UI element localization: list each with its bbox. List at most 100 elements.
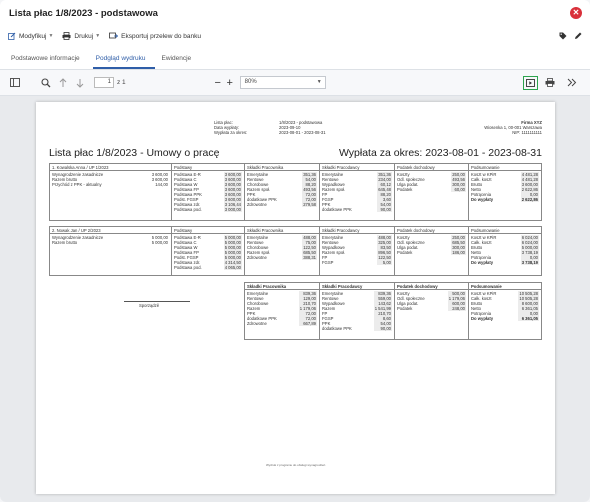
pracodawca-body: Emerytalne Rentowe Wypadkowe Razem społ.…: [320, 171, 394, 213]
pracodawca-values: 488,00 325,00 83,50 896,50 122,50 5,00: [377, 235, 392, 265]
print-button[interactable]: Drukuj ▼: [62, 32, 100, 40]
info-value: 144,00: [155, 182, 168, 187]
close-icon[interactable]: ✕: [570, 7, 582, 19]
totals-summary-col: Podsumowanie Koszt w KPiR Całk. koszt Br…: [469, 283, 541, 339]
podstawy-body: Podstawa E-R Podstawa C Podstawa W Podst…: [172, 171, 244, 213]
column-header: Podstawy: [172, 164, 244, 171]
tag-icon[interactable]: [559, 32, 567, 40]
tab-records[interactable]: Ewidencje: [159, 55, 201, 69]
skladki-pracownika-col: Składki Pracownika Emerytalne Rentowe Ch…: [245, 164, 320, 220]
podatek-values: 250,00 493,56 300,00 60,00: [451, 172, 466, 192]
toolbar-right: [559, 32, 582, 40]
info-label: Razem brutto: [52, 240, 78, 245]
totals-podatek-body: Koszty Odl. społeczne Ulga podat. Podate…: [395, 290, 468, 312]
modify-button[interactable]: Modyfikuj ▼: [8, 32, 53, 40]
totals-pracodawca-body: Emerytalne Rentowe Wypadkowe Razem FP FG…: [320, 290, 394, 332]
pdf-viewer-toolbar: 1 z 1 − + 80% ▼: [0, 70, 590, 96]
page-total: z 1: [117, 79, 126, 86]
zoom-select[interactable]: 80% ▼: [239, 76, 326, 89]
skladki-pracodawcy-col: Składki Pracodawcy Emerytalne Rentowe Wy…: [320, 227, 395, 275]
prac-labels: Emerytalne Rentowe Chorobowe Razem społ.…: [247, 172, 302, 207]
title-bar: Lista płac 1/8/2023 - podstawowa ✕: [0, 0, 590, 26]
summary-values: 4 481,28 4 481,28 3 600,00 2 622,86 0,00…: [520, 172, 539, 202]
podstawy-labels: Podstawa E-R Podstawa C Podstawa W Podst…: [174, 235, 224, 270]
arrow-up-icon[interactable]: [56, 76, 70, 90]
row-value: 279,58: [303, 202, 316, 207]
header-label: Wypłata za okres:: [214, 130, 248, 135]
row-label: dodatkowe PPK: [322, 207, 352, 212]
employee-info-body: Wynagrodzenie zasadnicze Razem brutto 5 …: [50, 234, 171, 246]
print-preview-icon[interactable]: [543, 76, 557, 90]
row-value: 4 065,00: [224, 265, 241, 270]
column-header: Podstawy: [172, 227, 244, 234]
presentation-mode-button[interactable]: [523, 75, 538, 90]
employee-info-body: Wynagrodzenie zasadnicze Razem brutto Pr…: [50, 171, 171, 188]
totals-prac-col: Składki Pracownika Emerytalne Rentowe Ch…: [245, 283, 320, 339]
podstawy-body: Podstawa E-R Podstawa C Podstawa W Podst…: [172, 234, 244, 271]
chevron-down-icon: ▼: [316, 79, 322, 85]
info-labels: Wynagrodzenie zasadnicze Razem brutto: [52, 235, 151, 245]
row-label: Podatek: [397, 187, 413, 192]
column-header: Składki Pracownika: [245, 164, 319, 171]
row-value: 186,00: [452, 250, 465, 255]
row-label: Zdrowotne: [247, 202, 267, 207]
row-value: 2 622,86: [521, 197, 538, 202]
totals-summary-labels: Koszt w KPiR Całk. koszt Brutto Netto Po…: [471, 291, 518, 321]
company-nip: NIP: 1111111111: [512, 130, 542, 135]
employee-block-2: 2. Nowak Jan / UP 2/2023 Wynagrodzenie z…: [49, 226, 542, 276]
totals-prac-values: 839,36 129,00 210,70 1 179,06 72,00 72,0…: [298, 291, 317, 326]
more-tools-icon[interactable]: [565, 76, 579, 90]
podatek-body: Koszty Odl. społeczne Ulga podat. Podate…: [395, 234, 468, 256]
column-header: Składki Pracodawcy: [320, 283, 394, 290]
document-title: Lista płac 1/8/2023 - Umowy o pracę: [49, 147, 220, 159]
podatek-col: Podatek dochodowy Koszty Odl. społeczne …: [395, 164, 469, 220]
podsumowanie-col: Podsumowanie Koszt w KPiR Całk. koszt Br…: [469, 164, 541, 220]
row-value: 3 000,00: [224, 207, 241, 212]
info-values: 5 000,00 5 000,00: [151, 235, 169, 245]
signature-label: Sporządził: [139, 303, 159, 308]
prac-body: Emerytalne Rentowe Chorobowe Razem społ.…: [245, 171, 319, 208]
document-viewer[interactable]: Lista płac: Data wypłaty: Wypłata za okr…: [0, 96, 590, 502]
totals-summary-values: 10 505,28 10 505,28 8 600,00 6 361,05 0,…: [518, 291, 539, 321]
row-label: Do wypłaty: [471, 197, 494, 202]
pracodawca-labels: Emerytalne Rentowe Wypadkowe Razem społ.…: [322, 235, 377, 265]
tab-print-preview[interactable]: Podgląd wydruku: [92, 55, 155, 69]
totals-podatek-labels: Koszty Odl. społeczne Ulga podat. Podate…: [397, 291, 448, 311]
viewer-right-tools: [523, 75, 582, 90]
printer-icon: [62, 32, 71, 40]
footer-note: Wydruk z programu do obsługi wynagrodzeń: [266, 463, 326, 467]
totals-block: Składki Pracownika Emerytalne Rentowe Ch…: [244, 282, 542, 340]
summary-values: 6 024,00 6 024,00 5 000,00 3 738,19 0,00…: [520, 235, 539, 265]
summary-labels: Koszt w KPiR Całk. koszt Brutto Netto Po…: [471, 172, 521, 202]
column-header: Składki Pracownika: [245, 227, 319, 234]
podsumowanie-col: Podsumowanie Koszt w KPiR Całk. koszt Br…: [469, 227, 541, 275]
row-value: 6 361,05: [521, 316, 538, 321]
export-icon: [109, 32, 119, 39]
pencil-icon[interactable]: [574, 32, 582, 40]
row-label: dodatkowe PPK: [322, 326, 352, 331]
company-info: Firma XYZ Wiosenka 1, 00-001 Warszawa NI…: [484, 120, 542, 135]
search-icon[interactable]: [39, 76, 53, 90]
export-transfer-button[interactable]: Eksportuj przelew do banku: [109, 32, 201, 40]
podstawy-values: 5 000,00 5 000,00 5 000,00 5 000,00 5 00…: [223, 235, 242, 270]
totals-pracodawca-labels: Emerytalne Rentowe Wypadkowe Razem FP FG…: [322, 291, 374, 331]
zoom-out-button[interactable]: −: [212, 77, 224, 89]
chevron-down-icon: ▼: [95, 33, 101, 39]
tab-bar: Podstawowe informacje Podgląd wydruku Ew…: [0, 46, 590, 70]
row-label: Podstawa pod.: [174, 265, 202, 270]
totals-podatek-values: 500,00 1 179,06 600,00 248,00: [447, 291, 466, 311]
row-label: Podatek: [397, 306, 413, 311]
column-header: Składki Pracodawcy: [320, 164, 394, 171]
sidebar-toggle-icon[interactable]: [8, 76, 22, 90]
page-number-input[interactable]: 1: [94, 77, 114, 88]
toolbar: Modyfikuj ▼ Drukuj ▼ Eksportuj przelew d…: [0, 26, 590, 46]
edit-icon: [8, 32, 16, 40]
tab-basic-info[interactable]: Podstawowe informacje: [8, 55, 89, 69]
zoom-in-button[interactable]: +: [224, 77, 236, 89]
employee-info-col: 2. Nowak Jan / UP 2/2023 Wynagrodzenie z…: [50, 227, 172, 275]
row-value: 5,00: [382, 260, 391, 265]
arrow-down-icon[interactable]: [73, 76, 87, 90]
window-title: Lista płac 1/8/2023 - podstawowa: [9, 7, 158, 19]
podatek-values: 250,00 685,50 300,00 186,00: [451, 235, 466, 255]
totals-pracodawca-values: 839,36 559,00 143,62 1 541,99 210,70 8,6…: [373, 291, 392, 331]
